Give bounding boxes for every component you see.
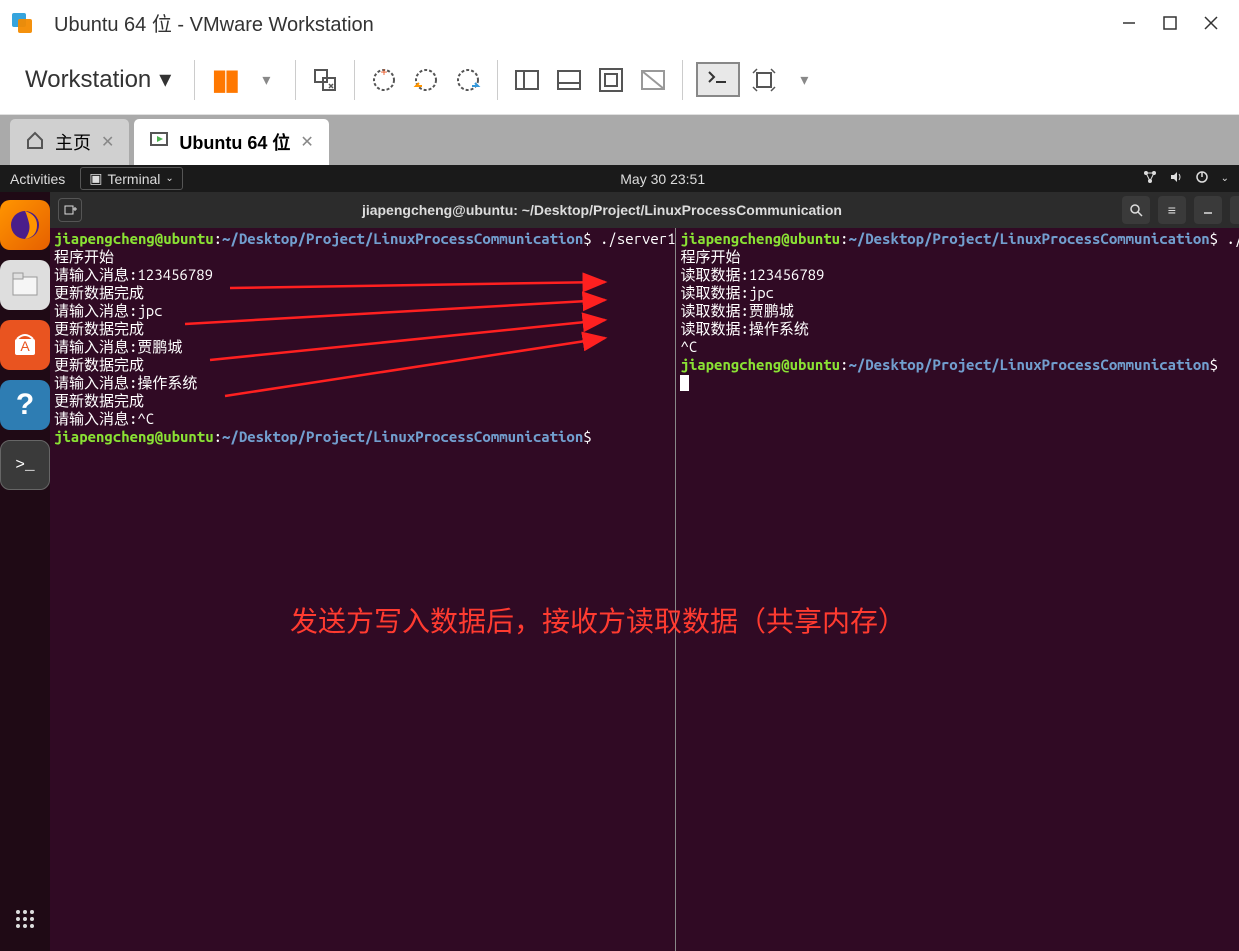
unity-mode-button[interactable] (637, 64, 669, 96)
minimize-button[interactable] (1121, 15, 1137, 31)
toolbar-separator (497, 60, 498, 100)
power-icon[interactable] (1195, 170, 1209, 187)
power-dropdown[interactable]: ▾ (250, 64, 282, 96)
toolbar-separator (194, 60, 195, 100)
vmware-logo-icon (10, 11, 34, 35)
datetime-display[interactable]: May 30 23:51 (183, 171, 1143, 187)
hamburger-icon: ≡ (1168, 202, 1176, 218)
dock-files[interactable] (0, 260, 50, 310)
terminal-window: jiapengcheng@ubuntu: ~/Desktop/Project/L… (50, 192, 1239, 951)
dock-firefox[interactable] (0, 200, 50, 250)
chevron-down-icon[interactable]: ⌄ (1221, 173, 1229, 184)
svg-text:A: A (20, 338, 30, 354)
annotation-text: 发送方写入数据后，接收方读取数据（共享内存） (290, 613, 906, 631)
dock-terminal[interactable]: >_ (0, 440, 50, 490)
vm-icon (149, 130, 169, 155)
vmware-window-title: Ubuntu 64 位 - VMware Workstation (54, 8, 1121, 37)
view-fullscreen-button[interactable] (595, 64, 627, 96)
terminal-header: jiapengcheng@ubuntu: ~/Desktop/Project/L… (50, 192, 1239, 228)
tab-home[interactable]: 主页 ✕ (10, 119, 129, 165)
terminal-app-menu[interactable]: ▣ Terminal ⌄ (80, 167, 183, 190)
close-button[interactable] (1203, 15, 1219, 31)
terminal-title: jiapengcheng@ubuntu: ~/Desktop/Project/L… (90, 202, 1114, 218)
vmware-tabs: 主页 ✕ Ubuntu 64 位 ✕ (0, 115, 1239, 165)
toolbar-separator (682, 60, 683, 100)
ubuntu-topbar: Activities ▣ Terminal ⌄ May 30 23:51 ⌄ (0, 165, 1239, 192)
terminal-icon: ▣ (89, 170, 102, 187)
terminal-minimize-button[interactable] (1194, 196, 1222, 224)
chevron-down-icon: ⌄ (165, 173, 173, 184)
close-icon[interactable]: ✕ (300, 132, 313, 152)
tab-label: Ubuntu 64 位 (179, 129, 290, 155)
ubuntu-dock: A ? >_ (0, 192, 50, 951)
home-icon (25, 130, 45, 155)
tab-ubuntu[interactable]: Ubuntu 64 位 ✕ (134, 119, 328, 165)
new-tab-button[interactable] (58, 198, 82, 222)
stretch-dropdown[interactable]: ▾ (788, 64, 820, 96)
view-single-button[interactable] (553, 64, 585, 96)
network-icon[interactable] (1143, 170, 1157, 187)
window-controls (1121, 15, 1219, 31)
dropdown-icon: ▾ (800, 70, 808, 90)
console-button[interactable] (696, 62, 740, 97)
ubuntu-desktop: A ? >_ jiapengcheng@ubuntu: ~/Desktop/Pr… (0, 192, 1239, 951)
stretch-button[interactable] (748, 64, 780, 96)
send-ctrl-alt-del-button[interactable] (309, 64, 341, 96)
svg-text:+: + (381, 66, 388, 79)
terminal-pane-right[interactable]: jiapengcheng@ubuntu:~/Desktop/Project/Li… (676, 228, 1239, 951)
maximize-button[interactable] (1162, 15, 1178, 31)
dock-help[interactable]: ? (0, 380, 50, 430)
dropdown-icon: ▾ (262, 70, 270, 90)
toolbar-separator (295, 60, 296, 100)
workstation-menu-label: Workstation (25, 66, 151, 94)
help-icon: ? (16, 388, 34, 422)
vmware-titlebar: Ubuntu 64 位 - VMware Workstation (0, 0, 1239, 45)
terminal-icon: >_ (15, 456, 34, 474)
snapshot-manager-button[interactable] (452, 64, 484, 96)
terminal-menu-label: Terminal (107, 171, 160, 187)
dock-show-apps[interactable] (13, 907, 37, 936)
toolbar-separator (354, 60, 355, 100)
close-icon[interactable]: ✕ (101, 132, 114, 152)
dropdown-icon: ▾ (159, 65, 171, 94)
snapshot-revert-button[interactable] (410, 64, 442, 96)
terminal-body[interactable]: jiapengcheng@ubuntu:~/Desktop/Project/Li… (50, 228, 1239, 951)
terminal-menu-button[interactable]: ≡ (1158, 196, 1186, 224)
dock-ubuntu-software[interactable]: A (0, 320, 50, 370)
workstation-menu[interactable]: Workstation ▾ (15, 60, 181, 99)
tab-label: 主页 (55, 129, 91, 155)
vmware-toolbar: Workstation ▾ ▮▮ ▾ + ▾ (0, 45, 1239, 115)
pause-icon: ▮▮ (212, 63, 237, 96)
view-split-button[interactable] (511, 64, 543, 96)
volume-icon[interactable] (1169, 170, 1183, 187)
terminal-maximize-button[interactable] (1230, 196, 1239, 224)
activities-button[interactable]: Activities (10, 171, 65, 187)
snapshot-take-button[interactable]: + (368, 64, 400, 96)
terminal-search-button[interactable] (1122, 196, 1150, 224)
pause-vm-button[interactable]: ▮▮ (208, 64, 240, 96)
terminal-pane-left[interactable]: jiapengcheng@ubuntu:~/Desktop/Project/Li… (50, 228, 675, 951)
